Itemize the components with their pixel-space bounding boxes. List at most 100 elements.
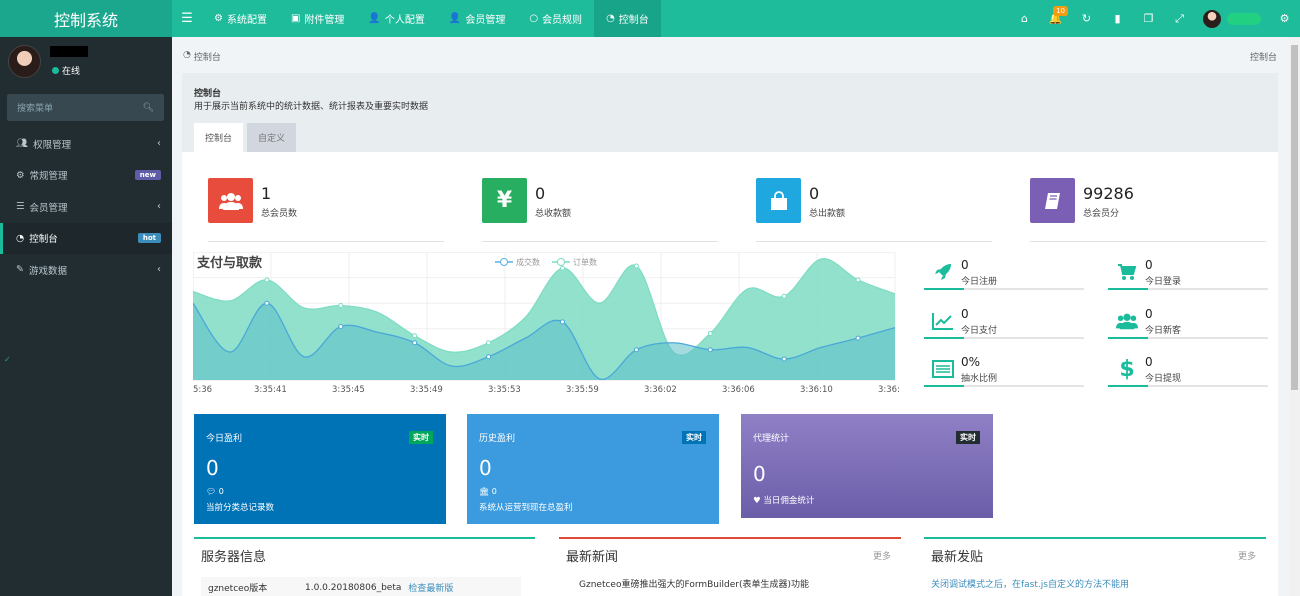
tab-member-rules[interactable]: ○ 会员规则: [517, 0, 594, 37]
list-item[interactable]: Gznetceo重磅推出强大的FormBuilder(表单生成器)功能: [579, 577, 809, 590]
stat-total-income: ¥ 0 总收款额: [482, 178, 718, 242]
card-today-profit: 今日盈利 实时 0 💬︎ 0 当前分类总记录数: [194, 414, 446, 524]
realtime-badge: 实时: [409, 431, 433, 444]
rocket-icon: [930, 259, 956, 285]
card-sub: 🏛︎ 0: [479, 487, 497, 496]
series-deals-point[interactable]: [486, 354, 492, 360]
tab-system-config[interactable]: ⚙ 系统配置: [202, 0, 279, 37]
refresh-icon[interactable]: ↻: [1071, 0, 1102, 37]
x-tick-label: 3:36:10: [800, 385, 833, 395]
sidebar-item-dashboard[interactable]: ◔ 控制台 hot: [0, 222, 172, 254]
trash-icon[interactable]: ▮: [1102, 0, 1133, 37]
x-tick-label: 3:35:41: [254, 385, 287, 395]
app-brand[interactable]: 控制系统: [0, 0, 172, 37]
series-deals-point[interactable]: [559, 319, 565, 325]
more-link[interactable]: 更多: [1238, 549, 1256, 562]
breadcrumb-right[interactable]: 控制台: [1250, 50, 1277, 63]
card-sub: 💬︎ 0: [206, 487, 224, 496]
series-deals-point[interactable]: [338, 323, 344, 329]
check-update-link[interactable]: 检查最新版: [408, 581, 453, 594]
home-icon[interactable]: ⌂: [1009, 0, 1040, 37]
mini-stat-value: 0: [1145, 355, 1153, 369]
avatar: [1203, 9, 1221, 28]
series-deals-point[interactable]: [855, 335, 861, 341]
series-deals-point[interactable]: [707, 347, 713, 353]
series-orders-point[interactable]: [338, 303, 344, 309]
settings-icon[interactable]: ⚙: [1269, 0, 1300, 37]
series-deals-point[interactable]: [781, 356, 787, 362]
legend-label-deals[interactable]: 成交数: [516, 257, 540, 267]
online-status: 在线: [52, 64, 80, 77]
tab-members[interactable]: 👤 会员管理: [437, 0, 517, 37]
menu-search-input[interactable]: 搜索菜单 🔍︎: [7, 94, 164, 121]
user-menu[interactable]: [1195, 0, 1269, 37]
x-tick-label: 3:35:49: [410, 385, 443, 395]
card-value: 0: [206, 456, 219, 480]
dashboard-icon: ◔: [16, 232, 25, 244]
series-orders-point[interactable]: [264, 277, 270, 283]
series-orders-point[interactable]: [412, 333, 418, 339]
legend-marker-orders: [557, 258, 565, 266]
sidebar-item-members[interactable]: ☰ 会员管理 ‹: [0, 191, 172, 223]
copy-icon[interactable]: ❐: [1133, 0, 1164, 37]
series-orders-point[interactable]: [781, 293, 787, 299]
series-deals-point[interactable]: [633, 347, 639, 353]
cogs-icon: ⚙: [16, 169, 25, 181]
stat-label: 总出款额: [809, 209, 846, 219]
realtime-badge: 实时: [682, 431, 706, 444]
series-orders-point[interactable]: [855, 277, 861, 283]
payment-withdrawal-chart: 5:36 3:35:41 3:35:45 3:35:49 3:35:53 3:35:59 3…: [193, 252, 899, 395]
series-orders-point[interactable]: [707, 330, 713, 336]
card-description: 系统从运营到现在总盈利: [479, 503, 573, 513]
progress-bar: [924, 385, 1084, 387]
legend-label-orders[interactable]: 订单数: [573, 257, 597, 267]
breadcrumb-link[interactable]: 控制台: [194, 50, 221, 63]
bell-icon[interactable]: 🔔 10: [1040, 0, 1071, 37]
x-tick-label: 3:36:1: [878, 385, 899, 395]
mini-stat-label: 今日注册: [961, 277, 998, 287]
mini-stat-label: 今日支付: [961, 326, 998, 336]
circle-icon: ○: [529, 13, 539, 24]
stat-value: 0: [809, 184, 820, 203]
shopping-bag-icon: [756, 178, 801, 223]
list-item[interactable]: 关闭调试模式之后，在fast.js自定义的方法不能用: [931, 577, 1129, 590]
progress-bar: [1108, 385, 1268, 387]
more-link[interactable]: 更多: [873, 549, 891, 562]
dashboard-icon: ◔: [606, 13, 615, 24]
gear-icon: ⚙: [214, 13, 223, 24]
mini-stat-login: 0 今日登录: [1108, 254, 1268, 303]
user-icon: 👤: [448, 13, 462, 24]
x-tick-label: 3:35:53: [488, 385, 521, 395]
sidebar-item-permissions[interactable]: 👥︎ 权限管理 ‹: [0, 128, 172, 160]
series-deals-point[interactable]: [412, 340, 418, 346]
mini-stat-label: 今日新客: [1145, 326, 1182, 336]
hot-badge: hot: [137, 233, 161, 244]
tab-dashboard[interactable]: ◔ 控制台: [594, 0, 661, 37]
sidebar-toggle-icon[interactable]: ☰: [172, 0, 202, 37]
series-orders-point[interactable]: [559, 265, 565, 271]
mini-stat-value: 0: [1145, 258, 1153, 272]
tab-attachments[interactable]: ▣ 附件管理: [279, 0, 356, 37]
list-alt-icon: [930, 356, 956, 382]
tab-profile[interactable]: 👤 个人配置: [356, 0, 436, 37]
card-title: 历史盈利: [479, 434, 516, 444]
comment-icon: 💬︎: [206, 487, 219, 496]
chevron-left-icon: ‹: [157, 201, 161, 213]
series-orders-point[interactable]: [486, 340, 492, 346]
search-icon[interactable]: 🔍︎: [143, 103, 154, 113]
card-title: 今日盈利: [206, 434, 243, 444]
tab-custom[interactable]: 自定义: [247, 123, 297, 152]
fullscreen-icon[interactable]: ⤢: [1164, 0, 1195, 37]
mini-stat-value: 0: [961, 258, 969, 272]
sidebar-item-game-data[interactable]: ✎ 游戏数据 ‹: [0, 254, 172, 286]
realtime-badge: 实时: [956, 431, 980, 444]
series-deals-point[interactable]: [264, 300, 270, 306]
sidebar-item-general[interactable]: ⚙ 常规管理 new: [0, 160, 172, 192]
mini-stat-new-customers: 0 今日新客: [1108, 303, 1268, 352]
tab-console[interactable]: 控制台: [194, 123, 244, 152]
card-description: 当前分类总记录数: [206, 503, 275, 513]
scrollbar[interactable]: [1289, 37, 1300, 596]
scrollbar-thumb[interactable]: [1291, 45, 1298, 390]
row-value: 1.0.0.20180806_beta: [305, 582, 402, 593]
series-orders-point[interactable]: [633, 263, 639, 269]
